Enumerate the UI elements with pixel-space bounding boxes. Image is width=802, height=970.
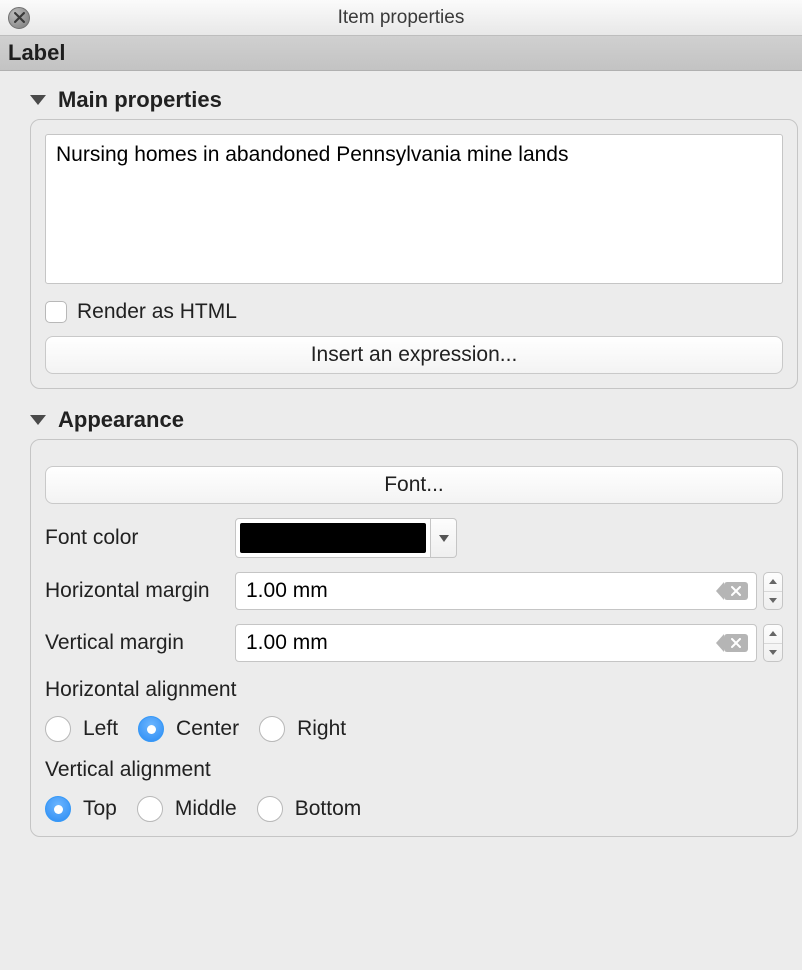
chevron-down-icon	[439, 535, 449, 542]
font-color-picker[interactable]	[235, 518, 457, 558]
horizontal-alignment-group: Left Center Right	[45, 716, 783, 742]
stepper-up[interactable]	[764, 625, 782, 644]
valign-bottom-radio[interactable]	[257, 796, 283, 822]
appearance-group: Font... Font color Horizontal margin	[30, 439, 798, 837]
vertical-margin-input-wrap	[235, 624, 757, 662]
font-color-label: Font color	[45, 526, 235, 550]
insert-expression-button[interactable]: Insert an expression...	[45, 336, 783, 374]
valign-middle-label: Middle	[175, 797, 237, 821]
section-toggle-main-properties[interactable]: Main properties	[30, 87, 798, 113]
halign-right-label: Right	[297, 717, 346, 741]
valign-top-radio[interactable]	[45, 796, 71, 822]
stepper-down[interactable]	[764, 644, 782, 662]
close-icon	[14, 12, 25, 23]
vertical-margin-label: Vertical margin	[45, 631, 235, 655]
halign-right-radio[interactable]	[259, 716, 285, 742]
clear-icon	[731, 638, 741, 648]
clear-input-button[interactable]	[724, 634, 748, 652]
valign-middle-radio[interactable]	[137, 796, 163, 822]
section-title-appearance: Appearance	[58, 407, 184, 433]
render-html-checkbox[interactable]	[45, 301, 67, 323]
clear-icon	[731, 586, 741, 596]
stepper-down[interactable]	[764, 592, 782, 610]
vertical-margin-input[interactable]	[236, 631, 756, 655]
vertical-alignment-group: Top Middle Bottom	[45, 796, 783, 822]
insert-expression-label: Insert an expression...	[311, 343, 518, 367]
color-swatch[interactable]	[235, 518, 431, 558]
valign-top-label: Top	[83, 797, 117, 821]
label-text-input[interactable]	[45, 134, 783, 284]
chevron-up-icon	[769, 631, 777, 636]
horizontal-margin-input[interactable]	[236, 579, 756, 603]
valign-bottom-label: Bottom	[295, 797, 362, 821]
font-button[interactable]: Font...	[45, 466, 783, 504]
font-button-label: Font...	[384, 473, 444, 497]
halign-center-label: Center	[176, 717, 239, 741]
horizontal-margin-label: Horizontal margin	[45, 579, 235, 603]
horizontal-margin-row: Horizontal margin	[45, 572, 783, 610]
horizontal-margin-stepper[interactable]	[763, 572, 783, 610]
title-bar: Item properties	[0, 0, 802, 36]
main-properties-group: Render as HTML Insert an expression...	[30, 119, 798, 389]
font-color-row: Font color	[45, 518, 783, 558]
chevron-down-icon	[769, 650, 777, 655]
vertical-alignment-label: Vertical alignment	[45, 758, 783, 782]
window-title: Item properties	[0, 7, 802, 29]
tab-label[interactable]: Label	[0, 36, 802, 71]
color-dropdown-button[interactable]	[431, 518, 457, 558]
chevron-up-icon	[769, 579, 777, 584]
section-toggle-appearance[interactable]: Appearance	[30, 407, 798, 433]
halign-left-radio[interactable]	[45, 716, 71, 742]
clear-input-button[interactable]	[724, 582, 748, 600]
halign-center-radio[interactable]	[138, 716, 164, 742]
horizontal-margin-input-wrap	[235, 572, 757, 610]
horizontal-alignment-label: Horizontal alignment	[45, 678, 783, 702]
chevron-down-icon	[769, 598, 777, 603]
halign-left-label: Left	[83, 717, 118, 741]
close-button[interactable]	[8, 7, 30, 29]
disclosure-triangle-icon	[30, 415, 46, 425]
vertical-margin-row: Vertical margin	[45, 624, 783, 662]
render-html-row: Render as HTML	[45, 300, 783, 324]
disclosure-triangle-icon	[30, 95, 46, 105]
render-html-label: Render as HTML	[77, 300, 237, 324]
content-area: Main properties Render as HTML Insert an…	[0, 71, 802, 863]
tab-label-text: Label	[8, 40, 65, 65]
color-swatch-value	[240, 523, 426, 553]
section-title-main: Main properties	[58, 87, 222, 113]
stepper-up[interactable]	[764, 573, 782, 592]
vertical-margin-stepper[interactable]	[763, 624, 783, 662]
